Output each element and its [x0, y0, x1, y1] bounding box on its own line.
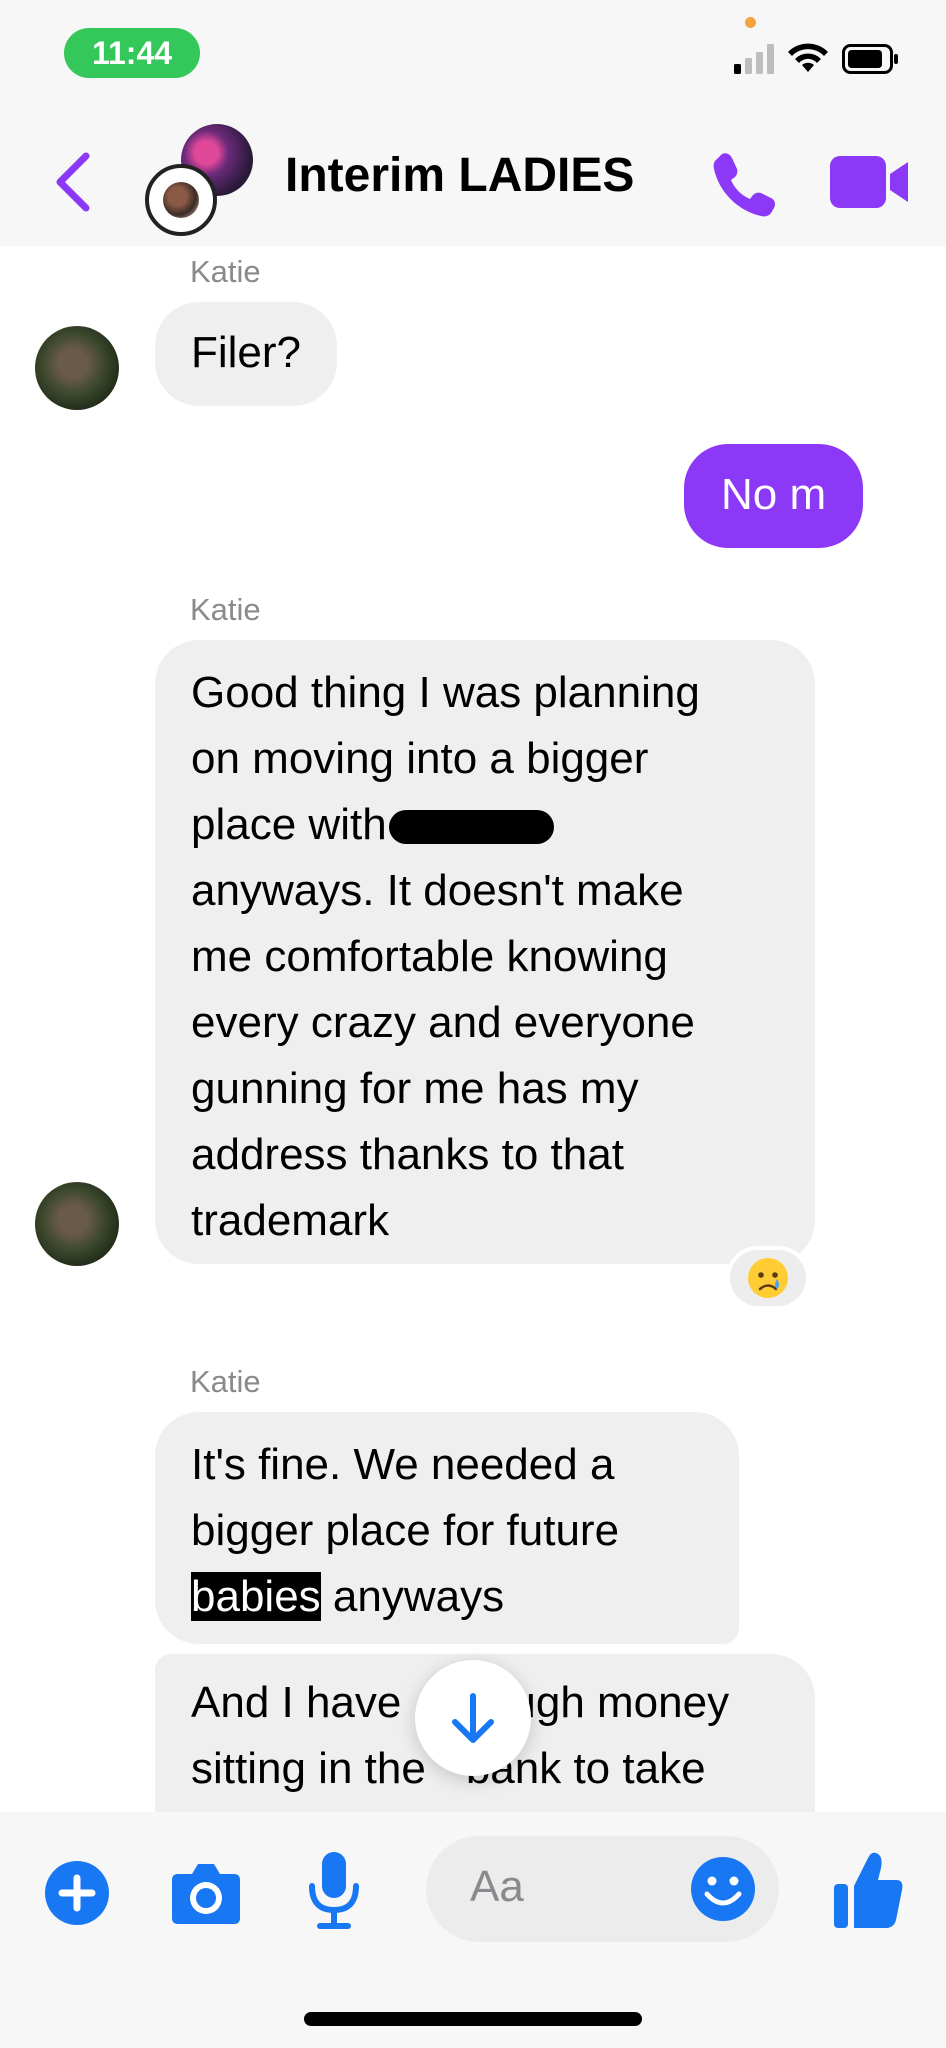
scroll-to-bottom-button[interactable]: [415, 1660, 531, 1776]
battery-icon: [842, 44, 898, 74]
reaction-badge[interactable]: [726, 1246, 810, 1310]
conversation-title[interactable]: Interim LADIES: [285, 148, 634, 203]
cellular-signal-icon: [734, 44, 774, 74]
redaction-mark: [388, 810, 554, 845]
sender-name: Katie: [190, 592, 261, 627]
message-line: address thanks to that: [191, 1130, 624, 1179]
home-indicator: [304, 2012, 642, 2026]
message-text: Filer?: [191, 328, 302, 377]
message-line-text: anyways: [320, 1572, 505, 1621]
plus-icon[interactable]: [44, 1860, 110, 1926]
message-input[interactable]: Aa: [426, 1836, 779, 1942]
message-line: anyways. It doesn't make: [191, 866, 684, 915]
incoming-message-bubble[interactable]: Good thing I was planning on moving into…: [155, 640, 815, 1264]
outgoing-message-bubble[interactable]: No m: [684, 444, 864, 548]
avatar[interactable]: [35, 326, 119, 410]
back-icon[interactable]: [48, 150, 98, 214]
message-line: place with: [191, 792, 779, 858]
message-line: babies anyways: [191, 1564, 703, 1630]
conversation-header: Interim LADIES: [0, 110, 946, 246]
group-avatar[interactable]: [145, 124, 255, 236]
crying-face-icon: [748, 1258, 788, 1298]
message-line: gunning for me has my: [191, 1064, 639, 1113]
avatar[interactable]: [35, 1182, 119, 1266]
thumbs-up-icon[interactable]: [832, 1850, 906, 1932]
incoming-message-bubble[interactable]: Filer?: [155, 302, 338, 406]
message-line-text: ugh money: [511, 1678, 730, 1727]
message-text: No m: [721, 470, 827, 519]
highlighted-word: babies: [191, 1572, 321, 1621]
wifi-icon: [788, 43, 828, 72]
message-composer: Aa: [0, 1812, 946, 2048]
message-line: every crazy and everyone: [191, 998, 695, 1047]
message-line: on moving into a bigger: [191, 734, 649, 783]
arrow-down-icon: [452, 1693, 494, 1743]
emoji-icon[interactable]: [690, 1856, 756, 1922]
message-line: It's fine. We needed a: [191, 1440, 615, 1489]
status-bar: 11:44: [0, 0, 946, 110]
message-line: bigger place for future: [191, 1506, 620, 1555]
message-line-text: sitting in the: [191, 1744, 426, 1793]
message-line-text: place with: [191, 800, 387, 849]
phone-icon[interactable]: [708, 148, 778, 218]
incoming-message-bubble[interactable]: It's fine. We needed a bigger place for …: [155, 1412, 739, 1644]
message-input-placeholder: Aa: [470, 1862, 524, 1911]
camera-icon[interactable]: [170, 1860, 242, 1926]
status-time: 11:44: [64, 28, 200, 78]
message-line: Good thing I was planning: [191, 668, 700, 717]
sender-name: Katie: [190, 1364, 261, 1399]
message-line-text: And I have: [191, 1678, 402, 1727]
group-avatar-front: [145, 164, 217, 236]
microphone-icon[interactable]: [306, 1850, 362, 1932]
message-line: trademark: [191, 1196, 390, 1245]
message-line: me comfortable knowing: [191, 932, 668, 981]
privacy-indicator-dot: [745, 17, 756, 28]
video-icon[interactable]: [830, 156, 910, 208]
sender-name: Katie: [190, 254, 261, 289]
